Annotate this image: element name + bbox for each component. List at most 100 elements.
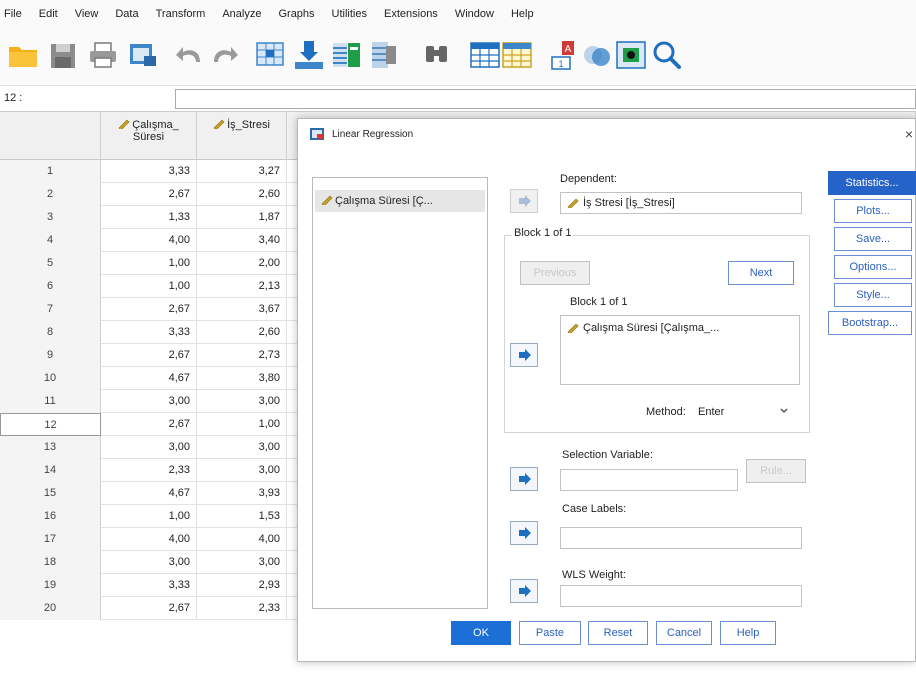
cell-is-stresi[interactable]: 2,93 (197, 574, 287, 597)
cell-is-stresi[interactable]: 3,80 (197, 367, 287, 390)
variables-icon[interactable] (330, 38, 364, 72)
move-to-case-labels-button[interactable] (510, 521, 538, 545)
next-button[interactable]: Next (728, 261, 794, 285)
row-number[interactable]: 9 (0, 344, 101, 367)
row-number[interactable]: 14 (0, 459, 101, 482)
cell-is-stresi[interactable]: 3,67 (197, 298, 287, 321)
bootstrap-button[interactable]: Bootstrap... (828, 311, 912, 335)
cell-is-stresi[interactable]: 2,00 (197, 252, 287, 275)
row-number[interactable]: 2 (0, 183, 101, 206)
row-number[interactable]: 1 (0, 160, 101, 183)
cell-calisma-suresi[interactable]: 3,00 (101, 551, 197, 574)
split-file-icon[interactable] (468, 38, 502, 72)
cell-is-stresi[interactable]: 3,00 (197, 436, 287, 459)
rule-button[interactable]: Rule... (746, 459, 806, 483)
move-to-selection-button[interactable] (510, 467, 538, 491)
menu-graphs[interactable]: Graphs (278, 8, 314, 20)
row-number[interactable]: 5 (0, 252, 101, 275)
move-to-independent-button[interactable] (510, 343, 538, 367)
recall-dialog-icon[interactable] (126, 38, 160, 72)
cell-calisma-suresi[interactable]: 1,33 (101, 206, 197, 229)
dialog-title-bar[interactable]: Linear Regression × (298, 119, 915, 149)
row-number[interactable]: 4 (0, 229, 101, 252)
cell-is-stresi[interactable]: 1,53 (197, 505, 287, 528)
row-number[interactable]: 17 (0, 528, 101, 551)
save-button[interactable]: Save... (834, 227, 912, 251)
cell-calisma-suresi[interactable]: 3,00 (101, 390, 197, 413)
save-icon[interactable] (46, 38, 80, 72)
cell-is-stresi[interactable]: 2,60 (197, 183, 287, 206)
menu-help[interactable]: Help (511, 8, 534, 20)
paste-button[interactable]: Paste (519, 621, 581, 645)
undo-icon[interactable] (174, 38, 208, 72)
cell-is-stresi[interactable]: 3,00 (197, 390, 287, 413)
row-number[interactable]: 15 (0, 482, 101, 505)
cell-calisma-suresi[interactable]: 2,67 (101, 298, 197, 321)
row-number[interactable]: 18 (0, 551, 101, 574)
menu-data[interactable]: Data (115, 8, 138, 20)
independent-list[interactable]: Çalışma Süresi [Çalışma_... (560, 315, 800, 385)
menu-view[interactable]: View (75, 8, 99, 20)
value-labels-icon[interactable]: A1 (548, 38, 582, 72)
print-icon[interactable] (86, 38, 120, 72)
selection-variable-field[interactable] (560, 469, 738, 491)
reset-button[interactable]: Reset (588, 621, 648, 645)
column-header-calisma-suresi[interactable]: Çalışma_ Süresi (101, 112, 197, 160)
dependent-field[interactable]: İş Stresi [İş_Stresi] (560, 192, 802, 214)
options-button[interactable]: Options... (834, 255, 912, 279)
help-button[interactable]: Help (720, 621, 776, 645)
cell-calisma-suresi[interactable]: 3,33 (101, 574, 197, 597)
row-number[interactable]: 7 (0, 298, 101, 321)
cell-calisma-suresi[interactable]: 2,67 (101, 597, 197, 620)
wls-weight-field[interactable] (560, 585, 802, 607)
cell-calisma-suresi[interactable]: 3,00 (101, 436, 197, 459)
redo-icon[interactable] (206, 38, 240, 72)
menu-utilities[interactable]: Utilities (332, 8, 367, 20)
move-to-wls-weight-button[interactable] (510, 579, 538, 603)
case-labels-field[interactable] (560, 527, 802, 549)
cell-is-stresi[interactable]: 3,27 (197, 160, 287, 183)
menu-analyze[interactable]: Analyze (222, 8, 261, 20)
style-button[interactable]: Style... (834, 283, 912, 307)
cell-calisma-suresi[interactable]: 1,00 (101, 252, 197, 275)
cell-is-stresi[interactable]: 2,73 (197, 344, 287, 367)
cell-value-input[interactable] (175, 89, 916, 109)
row-number[interactable]: 11 (0, 390, 101, 413)
column-header-is-stresi[interactable]: İş_Stresi (197, 112, 287, 160)
goto-case-icon[interactable] (254, 38, 288, 72)
menu-extensions[interactable]: Extensions (384, 8, 438, 20)
cell-is-stresi[interactable]: 3,40 (197, 229, 287, 252)
cell-calisma-suresi[interactable]: 3,33 (101, 160, 197, 183)
menu-transform[interactable]: Transform (156, 8, 206, 20)
goto-variable-icon[interactable] (292, 38, 326, 72)
previous-button[interactable]: Previous (520, 261, 590, 285)
cell-calisma-suresi[interactable]: 2,67 (101, 413, 197, 436)
cell-calisma-suresi[interactable]: 2,67 (101, 344, 197, 367)
cancel-button[interactable]: Cancel (656, 621, 712, 645)
row-number[interactable]: 8 (0, 321, 101, 344)
cell-calisma-suresi[interactable]: 1,00 (101, 505, 197, 528)
cell-is-stresi[interactable]: 2,13 (197, 275, 287, 298)
cell-calisma-suresi[interactable]: 4,00 (101, 229, 197, 252)
run-descriptives-icon[interactable] (368, 38, 402, 72)
row-number[interactable]: 10 (0, 367, 101, 390)
ok-button[interactable]: OK (451, 621, 511, 645)
plots-button[interactable]: Plots... (834, 199, 912, 223)
cell-is-stresi[interactable]: 1,00 (197, 413, 287, 436)
cell-calisma-suresi[interactable]: 4,67 (101, 482, 197, 505)
row-number[interactable]: 3 (0, 206, 101, 229)
cell-calisma-suresi[interactable]: 2,33 (101, 459, 197, 482)
row-number[interactable]: 19 (0, 574, 101, 597)
cell-is-stresi[interactable]: 3,93 (197, 482, 287, 505)
cell-is-stresi[interactable]: 3,00 (197, 459, 287, 482)
cell-is-stresi[interactable]: 2,33 (197, 597, 287, 620)
cell-is-stresi[interactable]: 4,00 (197, 528, 287, 551)
independent-item[interactable]: Çalışma Süresi [Çalışma_... (583, 322, 719, 334)
row-number[interactable]: 12 (0, 413, 101, 436)
statistics-button[interactable]: Statistics... (828, 171, 916, 195)
method-select[interactable]: Enter (692, 400, 796, 422)
cell-calisma-suresi[interactable]: 4,00 (101, 528, 197, 551)
row-number[interactable]: 20 (0, 597, 101, 620)
search-icon[interactable] (650, 38, 684, 72)
source-variable-list[interactable]: Çalışma Süresi [Ç... (312, 177, 488, 609)
